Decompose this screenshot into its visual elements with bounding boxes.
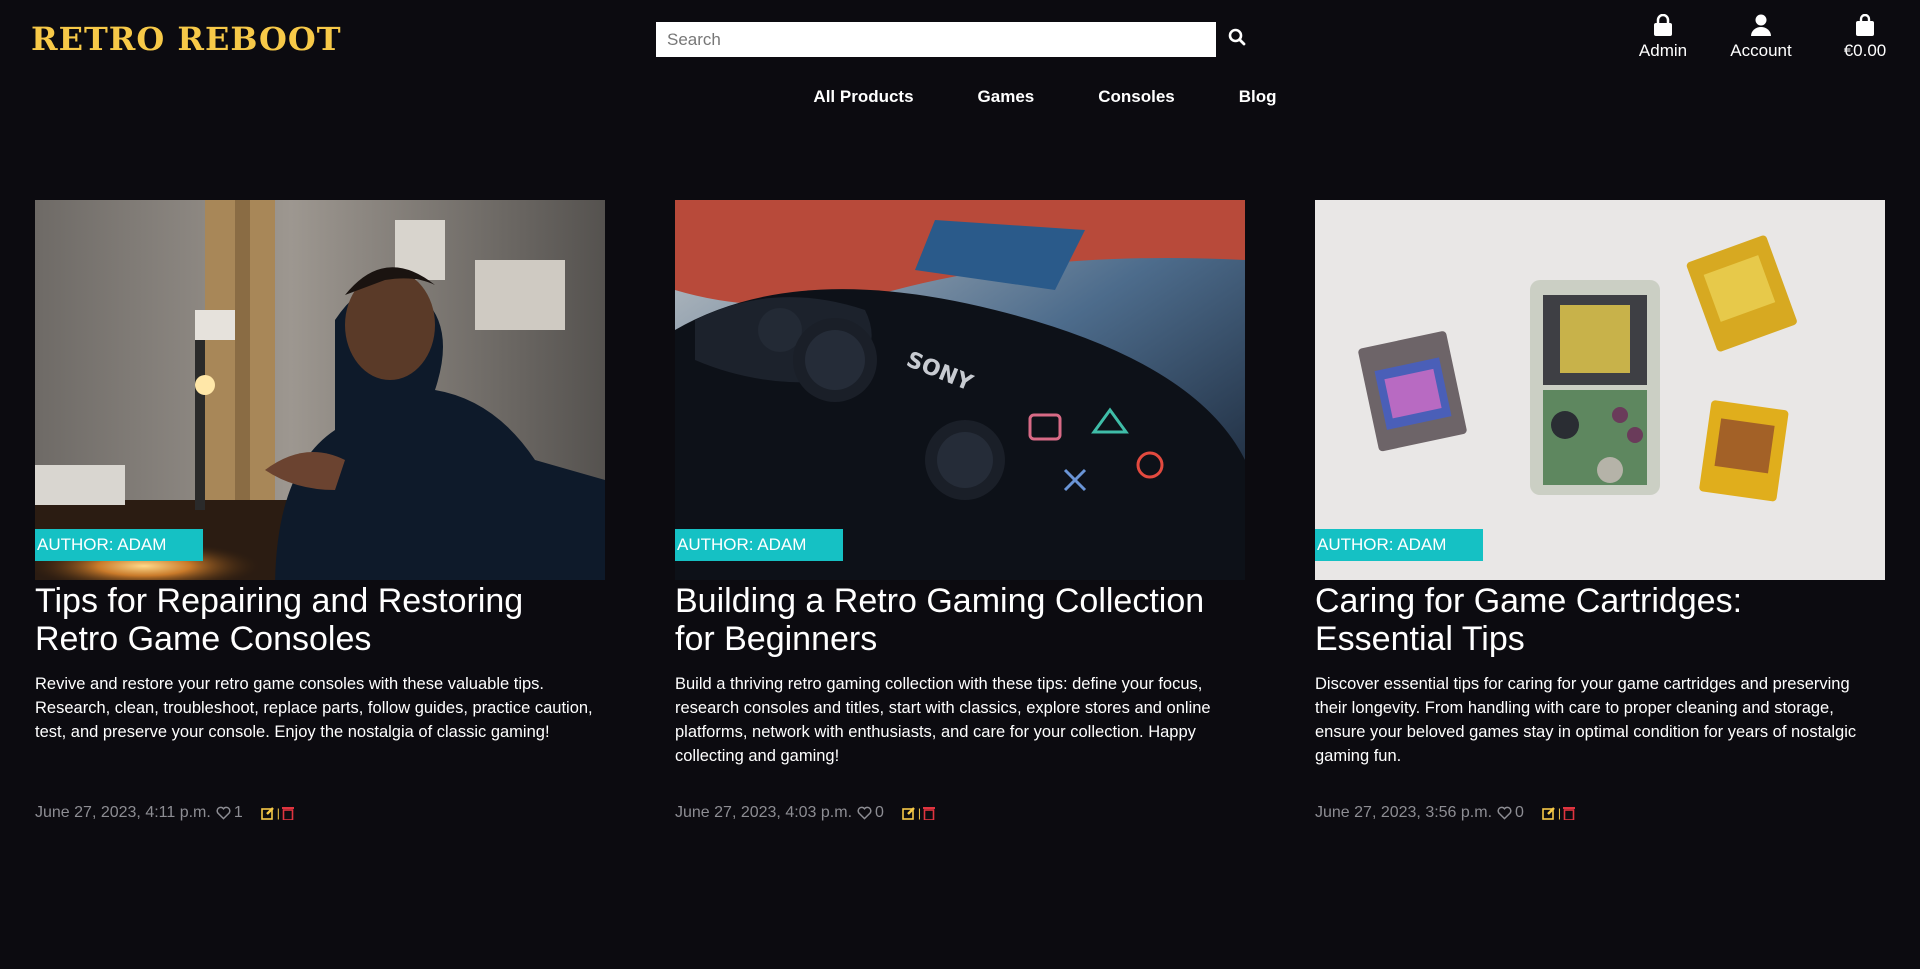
nav-consoles[interactable]: Consoles [1066,87,1207,107]
trash-icon[interactable] [923,806,936,820]
site-header: RETRO REBOOT Admin Account €0.00 All Pro… [0,0,1920,160]
author-badge: AUTHOR: ADAM [1315,529,1483,561]
nav-all-products[interactable]: All Products [781,87,945,107]
post-title[interactable]: Caring for Game Cartridges: Essential Ti… [1315,582,1885,658]
blog-post-list: AUTHOR: ADAM Tips for Repairing and Rest… [35,200,1885,822]
edit-icon[interactable] [902,806,916,820]
cart-link[interactable]: €0.00 [1810,14,1920,61]
divider: | [1557,806,1562,820]
trash-icon[interactable] [281,806,294,820]
trash-icon[interactable] [1563,806,1576,820]
divider: | [917,806,922,820]
post-image[interactable]: AUTHOR: ADAM [1315,200,1885,580]
edit-icon[interactable] [260,806,275,820]
post-date: June 27, 2023, 3:56 p.m. [1315,804,1493,821]
nav-games[interactable]: Games [946,87,1067,107]
shopping-bag-icon [1856,14,1874,36]
like-count: 0 [875,804,884,821]
post-title[interactable]: Building a Retro Gaming Collection for B… [675,582,1245,658]
post-actions: | [1542,806,1576,820]
like-count: 1 [233,804,243,821]
main-nav: All Products Games Consoles Blog [0,87,1920,107]
blog-post-card: AUTHOR: ADAM Tips for Repairing and Rest… [35,200,605,822]
top-links: Admin Account €0.00 [1614,14,1920,61]
nav-blog[interactable]: Blog [1207,87,1309,107]
heart-icon[interactable] [216,806,231,820]
post-actions: | [260,806,294,820]
post-image[interactable]: AUTHOR: ADAM [35,200,605,580]
divider: | [276,806,280,820]
search-input[interactable] [656,22,1216,57]
post-date: June 27, 2023, 4:11 p.m. [35,804,211,821]
post-meta: June 27, 2023, 3:56 p.m. 0 | [1315,804,1885,822]
post-meta: June 27, 2023, 4:03 p.m. 0 | [675,804,1245,822]
post-description: Revive and restore your retro game conso… [35,675,593,741]
blog-post-card: SONY AUTHOR: ADAM Building a Retro Gamin… [675,200,1245,822]
author-badge: AUTHOR: ADAM [35,529,203,561]
like-count: 0 [1515,804,1524,821]
account-label: Account [1730,41,1792,60]
site-logo[interactable]: RETRO REBOOT [31,20,342,58]
post-description: Discover essential tips for caring for y… [1315,675,1857,765]
edit-icon[interactable] [1542,806,1556,820]
account-link[interactable]: Account [1712,14,1810,61]
heart-icon[interactable] [857,806,872,820]
post-title[interactable]: Tips for Repairing and Restoring Retro G… [35,582,605,658]
admin-link[interactable]: Admin [1614,14,1712,61]
post-image[interactable]: SONY AUTHOR: ADAM [675,200,1245,580]
post-meta: June 27, 2023, 4:11 p.m. 1 | [35,804,605,822]
lock-icon [1654,14,1672,36]
blog-post-card: AUTHOR: ADAM Caring for Game Cartridges:… [1315,200,1885,822]
post-date: June 27, 2023, 4:03 p.m. [675,804,853,821]
admin-label: Admin [1638,41,1688,60]
search-icon[interactable] [1228,28,1252,52]
cart-total: €0.00 [1843,41,1887,60]
author-badge: AUTHOR: ADAM [675,529,843,561]
post-actions: | [902,806,936,820]
heart-icon[interactable] [1497,806,1512,820]
user-icon [1751,14,1771,36]
post-description: Build a thriving retro gaming collection… [675,675,1211,765]
